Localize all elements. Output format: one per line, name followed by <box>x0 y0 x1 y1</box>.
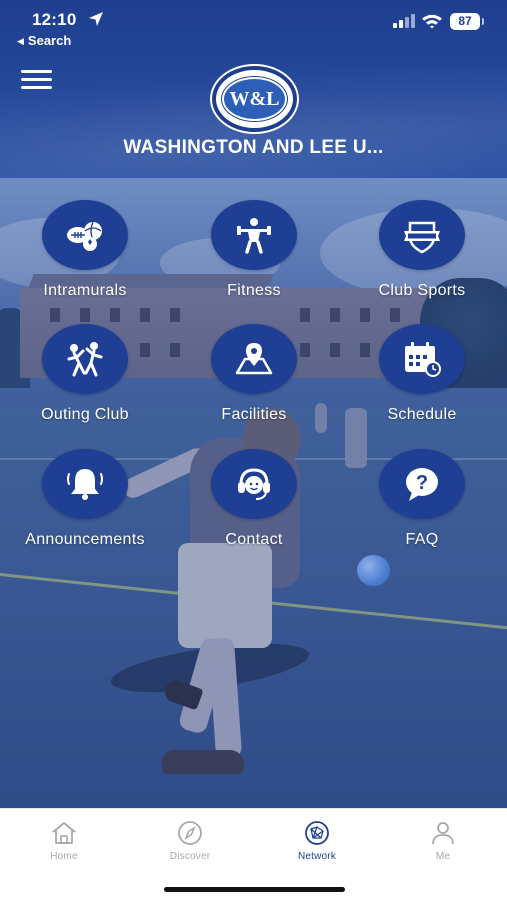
tab-label: Home <box>50 851 78 862</box>
tile-announcements[interactable]: Announcements <box>10 449 160 559</box>
tile-contact[interactable]: Contact <box>179 449 329 559</box>
back-to-search-link[interactable]: ◀ Search <box>17 33 71 48</box>
hamburger-icon <box>21 70 52 73</box>
tile-intramurals[interactable]: Intramurals <box>10 200 160 310</box>
location-arrow-icon <box>89 12 103 26</box>
tile-club-sports[interactable]: Club Sports <box>347 200 497 310</box>
logo-text: W&L <box>221 76 288 122</box>
back-triangle-icon: ◀ <box>17 36 24 46</box>
map-pin-icon <box>235 343 273 375</box>
shield-banner-icon <box>404 221 440 254</box>
tile-label: FAQ <box>405 531 439 548</box>
person-icon <box>432 822 454 845</box>
sports-balls-icon <box>67 221 102 251</box>
tab-home[interactable]: Home <box>24 819 104 869</box>
tile-label: Contact <box>225 531 283 548</box>
tile-label: Announcements <box>25 531 145 548</box>
weightlifter-icon <box>237 218 271 254</box>
app-header: 12:10 ◀ Search 87 W&L WASHINGTON AND LEE … <box>0 0 507 178</box>
menu-button[interactable] <box>21 68 52 90</box>
battery-indicator: 87 <box>450 13 484 30</box>
svg-text:?: ? <box>416 472 428 494</box>
bell-icon <box>67 469 103 500</box>
tile-label: Schedule <box>387 406 457 423</box>
tab-network[interactable]: Network <box>277 819 357 869</box>
outing-people-icon <box>67 342 103 377</box>
network-icon <box>305 821 329 845</box>
tile-label: Intramurals <box>43 282 127 299</box>
tile-fitness[interactable]: Fitness <box>179 200 329 310</box>
tab-label: Network <box>297 851 337 862</box>
tile-label: Club Sports <box>378 282 466 299</box>
tile-faq[interactable]: ? FAQ <box>347 449 497 559</box>
tile-label: Fitness <box>227 282 281 299</box>
page-title: WASHINGTON AND LEE U... <box>123 137 384 158</box>
tab-me[interactable]: Me <box>403 819 483 869</box>
status-time: 12:10 <box>32 10 77 29</box>
question-bubble-icon: ? <box>406 468 438 501</box>
school-logo: W&L <box>212 66 297 132</box>
cellular-signal-icon <box>393 14 415 28</box>
calendar-clock-icon <box>405 342 441 377</box>
tile-facilities[interactable]: Facilities <box>179 324 329 434</box>
tab-discover[interactable]: Discover <box>150 819 230 869</box>
tile-label: Facilities <box>221 406 287 423</box>
tile-schedule[interactable]: Schedule <box>347 324 497 434</box>
tile-label: Outing Club <box>41 406 129 423</box>
headset-icon <box>238 468 270 500</box>
tile-outing-club[interactable]: Outing Club <box>10 324 160 434</box>
tab-label: Discover <box>169 851 211 862</box>
home-indicator <box>164 887 345 892</box>
home-icon <box>52 822 76 844</box>
compass-icon <box>178 821 202 845</box>
status-bar: 12:10 ◀ Search 87 <box>0 0 507 54</box>
wifi-icon <box>422 14 442 29</box>
back-label: Search <box>27 33 72 48</box>
tab-label: Me <box>435 851 451 862</box>
